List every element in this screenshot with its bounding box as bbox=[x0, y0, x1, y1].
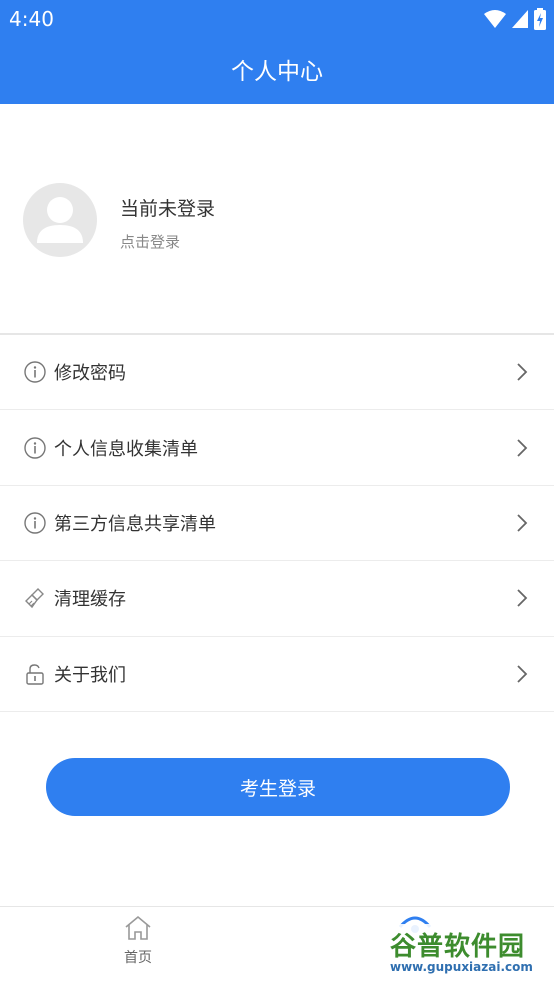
chevron-right-icon bbox=[517, 589, 528, 607]
chevron-right-icon bbox=[517, 363, 528, 381]
tab-home-label: 首页 bbox=[124, 950, 152, 966]
signal-icon bbox=[512, 10, 528, 28]
menu-item-label: 个人信息收集清单 bbox=[54, 438, 198, 460]
user-avatar-icon bbox=[37, 197, 83, 243]
watermark-title: 谷普软件园 bbox=[390, 932, 526, 962]
avatar[interactable] bbox=[23, 183, 97, 257]
menu-item-label: 修改密码 bbox=[54, 363, 126, 385]
info-icon bbox=[24, 361, 46, 383]
info-icon bbox=[24, 436, 46, 459]
status-time: 4:40 bbox=[9, 7, 54, 31]
wifi-icon bbox=[484, 10, 506, 28]
status-icons bbox=[484, 8, 546, 30]
settings-menu: 修改密码 个人信息收集清单 第三方信息共享清单 清理缓存 关于我们 bbox=[0, 335, 554, 712]
menu-item-label: 关于我们 bbox=[54, 664, 126, 686]
watermark-logo: 谷普软件园 www.gupuxiazai.com bbox=[386, 924, 552, 982]
menu-item-about-us[interactable]: 关于我们 bbox=[0, 636, 554, 712]
menu-item-personal-info-list[interactable]: 个人信息收集清单 bbox=[0, 410, 554, 486]
info-icon bbox=[24, 512, 46, 534]
chevron-right-icon bbox=[517, 438, 528, 457]
tab-home[interactable]: 首页 bbox=[100, 915, 176, 981]
page-title: 个人中心 bbox=[231, 59, 323, 85]
status-bar: 4:40 bbox=[0, 0, 554, 38]
chevron-right-icon bbox=[517, 514, 528, 532]
menu-item-label: 第三方信息共享清单 bbox=[54, 513, 216, 535]
menu-item-label: 清理缓存 bbox=[54, 589, 126, 611]
menu-item-third-party-sharing[interactable]: 第三方信息共享清单 bbox=[0, 485, 554, 562]
chevron-right-icon bbox=[517, 665, 528, 683]
menu-item-clear-cache[interactable]: 清理缓存 bbox=[0, 561, 554, 637]
home-icon bbox=[125, 915, 151, 940]
profile-card[interactable]: 当前未登录 点击登录 bbox=[0, 104, 554, 335]
login-status-text: 当前未登录 bbox=[120, 198, 216, 220]
app-bar: 4:40 个人中心 bbox=[0, 0, 554, 104]
menu-item-change-password[interactable]: 修改密码 bbox=[0, 335, 554, 411]
broom-icon bbox=[25, 588, 44, 609]
tap-to-login-link[interactable]: 点击登录 bbox=[120, 231, 180, 252]
watermark-url: www.gupuxiazai.com bbox=[390, 960, 533, 974]
unlock-icon bbox=[26, 664, 44, 685]
battery-icon bbox=[534, 8, 546, 30]
examinee-login-button[interactable]: 考生登录 bbox=[46, 758, 510, 816]
